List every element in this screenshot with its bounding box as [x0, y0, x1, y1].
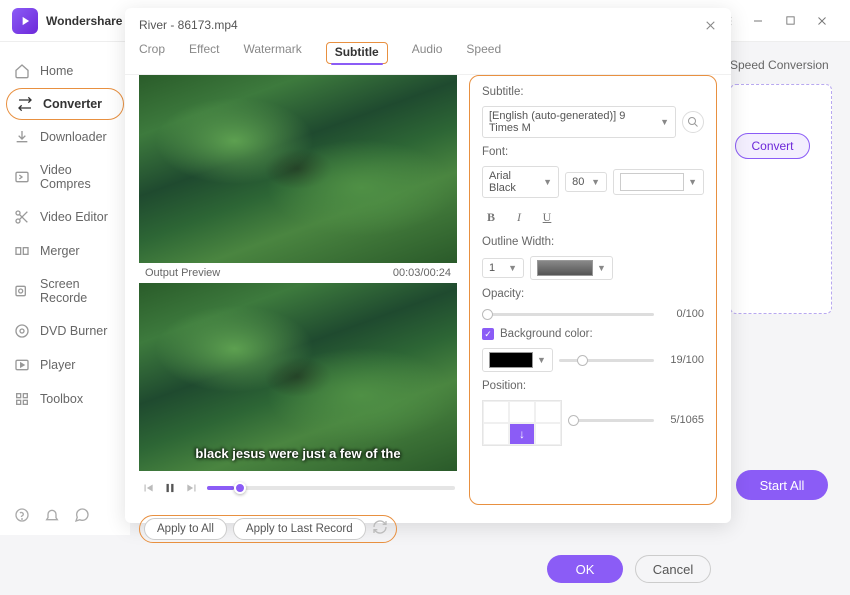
- opacity-label: Opacity:: [482, 288, 704, 300]
- next-button[interactable]: [185, 481, 199, 495]
- sidebar-item-converter[interactable]: Converter: [6, 88, 124, 120]
- start-all-button[interactable]: Start All: [736, 470, 828, 500]
- subtitle-sample-text: black jesus were just a few of the: [139, 446, 457, 461]
- tab-watermark[interactable]: Watermark: [243, 42, 301, 64]
- sidebar-item-label: Converter: [43, 97, 102, 111]
- prev-button[interactable]: [141, 481, 155, 495]
- sidebar-item-home[interactable]: Home: [0, 54, 130, 88]
- scissors-icon: [14, 209, 30, 225]
- maximize-button[interactable]: [774, 5, 806, 37]
- apply-to-last-button[interactable]: Apply to Last Record: [233, 518, 366, 540]
- position-slider[interactable]: [568, 419, 654, 422]
- preview-column: Output Preview 00:03/00:24 black jesus w…: [139, 75, 457, 505]
- font-family-select[interactable]: Arial Black▼: [482, 166, 559, 198]
- tab-crop[interactable]: Crop: [139, 42, 165, 64]
- close-button[interactable]: [806, 5, 838, 37]
- subtitle-editor-dialog: River - 86173.mp4 Crop Effect Watermark …: [125, 8, 731, 523]
- sidebar-item-label: Video Compres: [40, 163, 116, 191]
- outline-width-select[interactable]: 1▼: [482, 258, 524, 278]
- sidebar-item-compressor[interactable]: Video Compres: [0, 154, 130, 200]
- sidebar-item-label: DVD Burner: [40, 324, 107, 338]
- player-controls: [139, 471, 457, 505]
- tab-effect[interactable]: Effect: [189, 42, 219, 64]
- grid-icon: [14, 391, 30, 407]
- home-icon: [14, 63, 30, 79]
- sidebar-item-label: Merger: [40, 244, 80, 258]
- position-grid[interactable]: ↓: [482, 400, 562, 446]
- record-icon: [14, 283, 30, 299]
- font-size-select[interactable]: 80▼: [565, 172, 607, 192]
- sidebar-item-editor[interactable]: Video Editor: [0, 200, 130, 234]
- converter-icon: [17, 96, 33, 112]
- bgcolor-opacity-slider[interactable]: [559, 359, 654, 362]
- bottom-bar: [0, 495, 130, 535]
- outline-label: Outline Width:: [482, 236, 704, 248]
- opacity-slider[interactable]: [482, 313, 654, 316]
- reset-icon[interactable]: [372, 519, 392, 539]
- sidebar-item-label: Toolbox: [40, 392, 83, 406]
- sidebar-item-dvd[interactable]: DVD Burner: [0, 314, 130, 348]
- sidebar-item-recorder[interactable]: Screen Recorde: [0, 268, 130, 314]
- help-icon[interactable]: [14, 507, 30, 523]
- outline-color-select[interactable]: ▼: [530, 256, 613, 280]
- speed-conversion-label: Speed Conversion: [730, 58, 829, 72]
- search-subtitle-button[interactable]: [682, 111, 704, 133]
- position-label: Position:: [482, 380, 704, 392]
- drop-zone[interactable]: [730, 84, 832, 314]
- minimize-button[interactable]: [742, 5, 774, 37]
- pause-button[interactable]: [163, 481, 177, 495]
- sidebar-item-label: Downloader: [40, 130, 107, 144]
- subtitle-settings-panel: Subtitle: [English (auto-generated)] 9 T…: [469, 75, 717, 505]
- position-bottom-center[interactable]: ↓: [509, 423, 535, 445]
- apply-to-all-button[interactable]: Apply to All: [144, 518, 227, 540]
- convert-button[interactable]: Convert: [735, 133, 810, 159]
- brand-name: Wondershare: [46, 14, 122, 28]
- bgcolor-value: 19/100: [660, 354, 704, 366]
- ok-button[interactable]: OK: [547, 555, 623, 583]
- sidebar-item-label: Player: [40, 358, 75, 372]
- sidebar-item-merger[interactable]: Merger: [0, 234, 130, 268]
- font-label: Font:: [482, 146, 704, 158]
- play-icon: [14, 357, 30, 373]
- sidebar-item-player[interactable]: Player: [0, 348, 130, 382]
- subtitle-label: Subtitle:: [482, 86, 704, 98]
- font-color-select[interactable]: ▼: [613, 169, 704, 195]
- tab-audio[interactable]: Audio: [412, 42, 443, 64]
- output-preview: black jesus were just a few of the: [139, 283, 457, 471]
- timecode: 00:03/00:24: [393, 267, 451, 279]
- download-icon: [14, 129, 30, 145]
- disc-icon: [14, 323, 30, 339]
- sidebar: Home Converter Downloader Video Compres …: [0, 42, 130, 535]
- sidebar-item-label: Screen Recorde: [40, 277, 116, 305]
- bgcolor-select[interactable]: ▼: [482, 348, 553, 372]
- bell-icon[interactable]: [44, 507, 60, 523]
- sidebar-item-toolbox[interactable]: Toolbox: [0, 382, 130, 416]
- sidebar-item-label: Home: [40, 64, 73, 78]
- compress-icon: [14, 169, 30, 185]
- chat-icon[interactable]: [74, 507, 90, 523]
- preview-label: Output Preview: [145, 267, 220, 279]
- editor-tabs: Crop Effect Watermark Subtitle Audio Spe…: [125, 36, 731, 75]
- position-value: 5/1065: [660, 414, 704, 426]
- underline-button[interactable]: U: [538, 208, 556, 226]
- seek-bar[interactable]: [207, 486, 455, 490]
- opacity-value: 0/100: [660, 308, 704, 320]
- logo-icon: [18, 14, 32, 28]
- original-preview: [139, 75, 457, 263]
- tab-subtitle[interactable]: Subtitle: [326, 42, 388, 64]
- bgcolor-label: Background color:: [500, 328, 593, 340]
- tab-speed[interactable]: Speed: [466, 42, 501, 64]
- sidebar-item-label: Video Editor: [40, 210, 108, 224]
- apply-actions-group: Apply to All Apply to Last Record: [139, 515, 397, 543]
- dialog-title: River - 86173.mp4: [139, 18, 238, 32]
- subtitle-track-select[interactable]: [English (auto-generated)] 9 Times M▼: [482, 106, 676, 138]
- dialog-close-button[interactable]: [704, 19, 717, 32]
- merge-icon: [14, 243, 30, 259]
- sidebar-item-downloader[interactable]: Downloader: [0, 120, 130, 154]
- bgcolor-checkbox[interactable]: ✓: [482, 328, 494, 340]
- app-logo: [12, 8, 38, 34]
- bold-button[interactable]: B: [482, 208, 500, 226]
- italic-button[interactable]: I: [510, 208, 528, 226]
- cancel-button[interactable]: Cancel: [635, 555, 711, 583]
